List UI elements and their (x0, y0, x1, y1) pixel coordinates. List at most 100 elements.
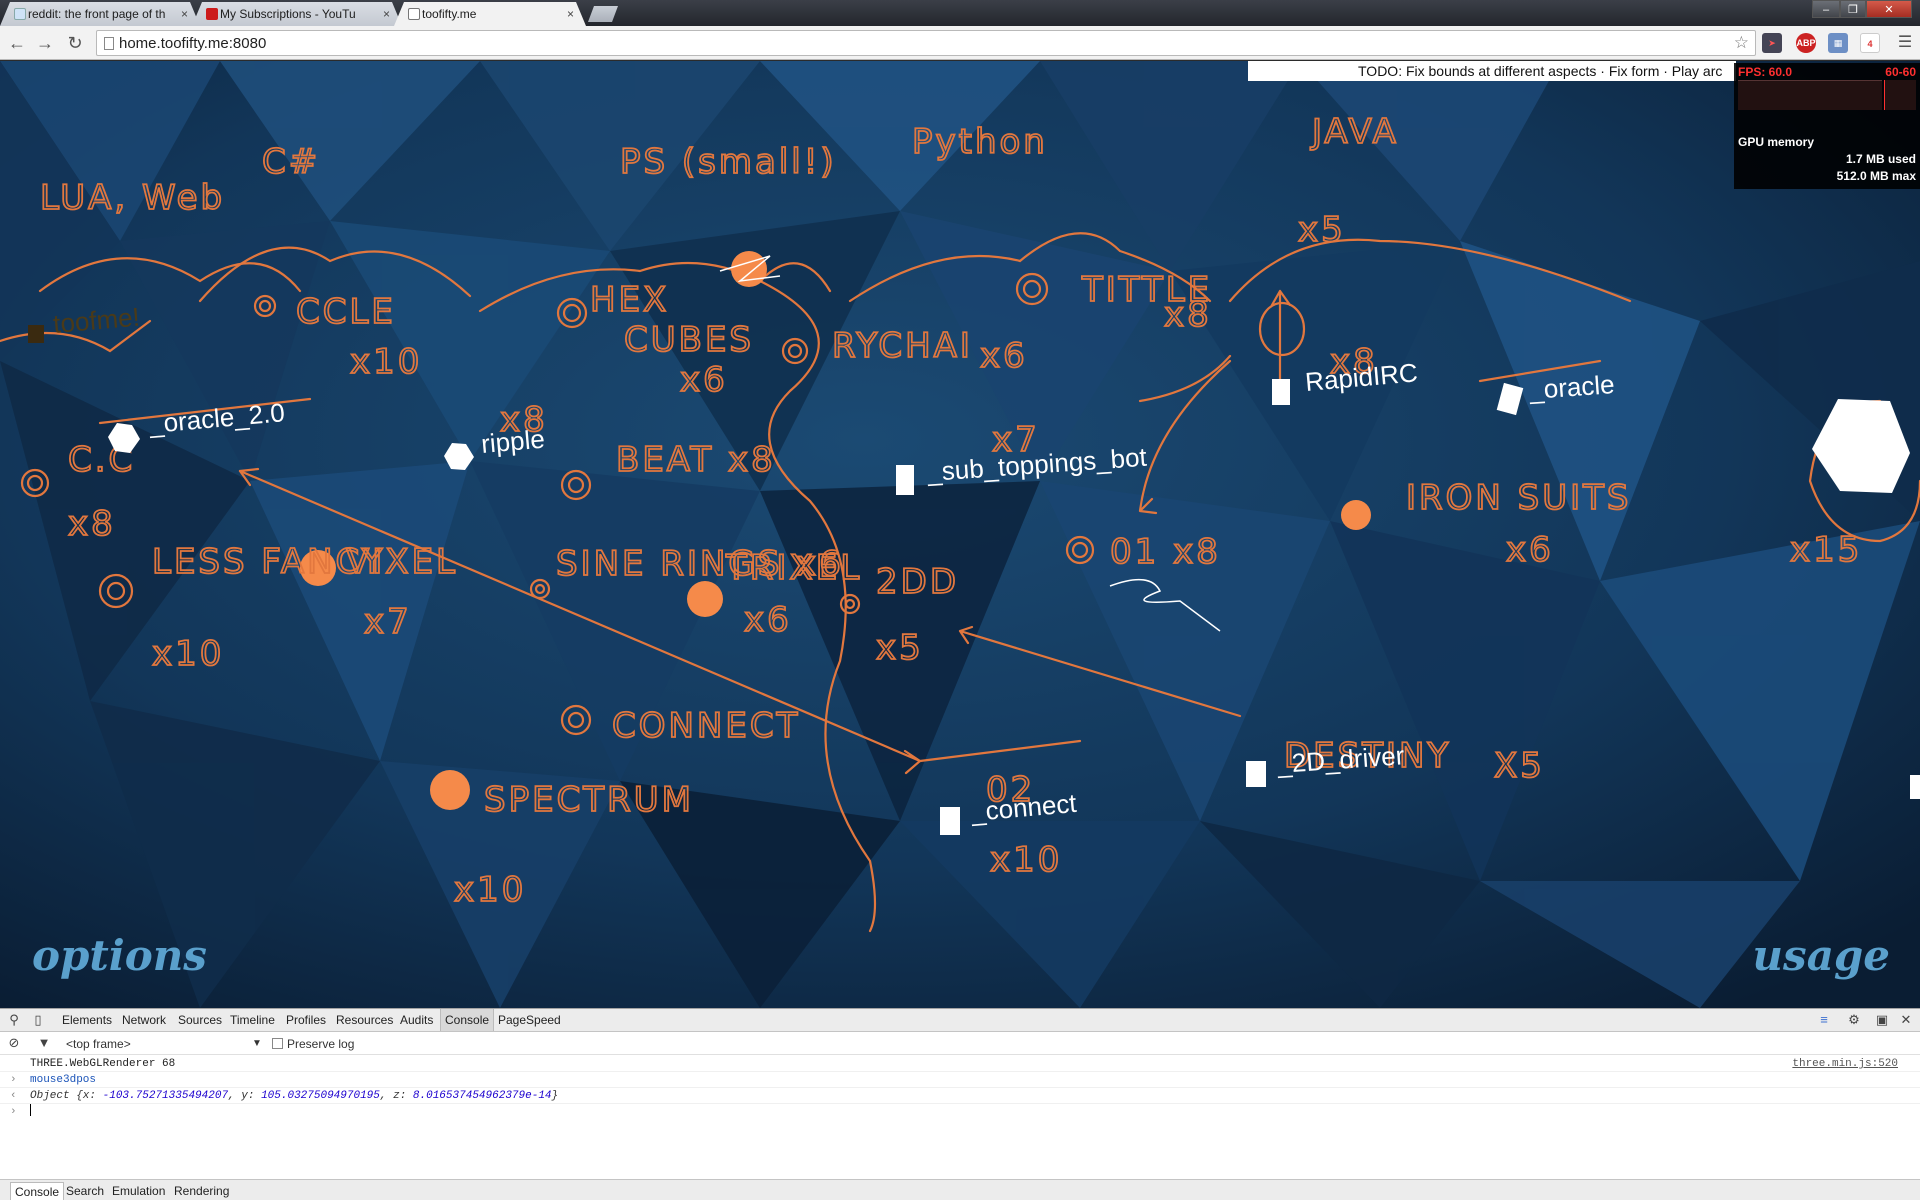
annotation: C# (262, 142, 320, 182)
new-tab-button[interactable] (588, 6, 618, 22)
tab-reddit[interactable]: reddit: the front page of th × (0, 2, 200, 26)
gpu-memory-max: 512.0 MB max (1836, 169, 1916, 183)
tab-pagespeed[interactable]: PageSpeed (494, 1009, 565, 1031)
annotation: TRIXEL (725, 548, 862, 588)
drawer-tab-search[interactable]: Search (62, 1182, 108, 1200)
close-icon[interactable]: × (567, 2, 574, 26)
drawer-tab-console[interactable]: Console (10, 1182, 65, 1200)
reload-button[interactable]: ↻ (62, 30, 88, 56)
browser-toolbar: ← → ↻ ☆ ➤ ABP ▦ 4 ☰ (0, 26, 1920, 60)
tab-youtube[interactable]: My Subscriptions - YouTu × (192, 2, 402, 26)
close-icon[interactable]: ✕ (1898, 1012, 1914, 1028)
console-output: THREE.WebGLRenderer 68 three.min.js:520 … (0, 1056, 1920, 1176)
fps-label: FPS: 60.0 (1738, 65, 1793, 79)
object-suffix: } (551, 1090, 559, 1102)
adblock-icon[interactable]: ABP (1796, 33, 1816, 53)
tab-title: reddit: the front page of th (28, 7, 166, 21)
options-link[interactable]: options (32, 931, 207, 980)
console-line: THREE.WebGLRenderer 68 three.min.js:520 (0, 1056, 1920, 1072)
tab-toofifty[interactable]: toofifty.me × (394, 2, 586, 26)
annotation: Python (912, 122, 1048, 162)
drawer-toggle-icon[interactable]: ≡ (1816, 1012, 1832, 1028)
webgl-viewport[interactable]: C# PS (small!) Python JAVA LUA, Web x5 C… (0, 61, 1920, 1008)
preserve-log-label: Preserve log (287, 1037, 355, 1051)
clear-console-icon[interactable]: ⊘ (6, 1035, 22, 1051)
annotation: x6 (744, 600, 792, 640)
address-bar[interactable]: ☆ (96, 30, 1756, 56)
calendar-icon[interactable]: ▦ (1828, 33, 1848, 53)
usage-link[interactable]: usage (1753, 931, 1890, 980)
annotation: LUA, Web (40, 178, 225, 218)
url-input[interactable] (119, 33, 1719, 53)
inspect-icon[interactable]: ⚲ (6, 1012, 22, 1028)
tab-console[interactable]: Console (440, 1009, 495, 1031)
gpu-memory-used: 1.7 MB used (1845, 152, 1916, 166)
source-link[interactable]: three.min.js:520 (1792, 1056, 1898, 1072)
gear-icon[interactable]: ⚙ (1846, 1012, 1862, 1028)
devtools-panel: ⚲ ▯ Elements Network Sources Timeline Pr… (0, 1008, 1920, 1200)
menu-icon[interactable]: ☰ (1892, 30, 1918, 56)
close-window-button[interactable]: ✕ (1866, 0, 1912, 18)
node-label: ripple (480, 424, 546, 459)
console-message: THREE.WebGLRenderer 68 (30, 1058, 176, 1070)
object-y: 105.03275094970195 (261, 1090, 380, 1102)
rocket-icon[interactable]: ➤ (1762, 33, 1782, 53)
back-button[interactable]: ← (4, 30, 30, 56)
checkbox-box[interactable] (272, 1038, 283, 1049)
fps-graph (1738, 80, 1882, 110)
annotation: x10 (152, 634, 224, 674)
gmail-icon[interactable]: 4 (1860, 33, 1880, 53)
console-prompt[interactable]: › (0, 1104, 1920, 1120)
tab-elements[interactable]: Elements (58, 1009, 116, 1031)
scene-canvas[interactable]: C# PS (small!) Python JAVA LUA, Web x5 C… (0, 61, 1920, 1008)
frame-select[interactable]: <top frame> (66, 1036, 266, 1052)
annotation: x7 (364, 602, 412, 642)
tab-sources[interactable]: Sources (174, 1009, 226, 1031)
chevron-down-icon[interactable]: ▼ (252, 1036, 262, 1052)
page-icon (408, 8, 420, 20)
drawer-tab-rendering[interactable]: Rendering (170, 1182, 233, 1200)
tab-network[interactable]: Network (118, 1009, 170, 1031)
console-line: ‹ Object {x: -103.75271335494207, y: 105… (0, 1088, 1920, 1104)
annotation: x8 (68, 504, 116, 544)
device-mode-icon[interactable]: ▯ (30, 1012, 46, 1028)
todo-bar: TODO: Fix bounds at different aspects · … (1248, 61, 1736, 81)
drawer-tab-emulation[interactable]: Emulation (108, 1182, 169, 1200)
annotation: x5 (1298, 210, 1346, 250)
object-x: -103.75271335494207 (102, 1090, 229, 1102)
preserve-log-checkbox[interactable]: Preserve log (272, 1037, 354, 1051)
maximize-button[interactable]: ❐ (1840, 0, 1866, 18)
gmail-badge: 4 (1867, 39, 1873, 49)
annotation: HEX (590, 280, 669, 320)
bookmark-star-icon[interactable]: ☆ (1734, 33, 1749, 53)
object-prefix[interactable]: Object {x: (30, 1090, 103, 1102)
object-sep: , z: (379, 1090, 413, 1102)
annotation: IRON SUITS (1406, 478, 1632, 518)
object-sep: , y: (228, 1090, 262, 1102)
forward-button[interactable]: → (32, 30, 58, 56)
node-label: _oracle (1527, 369, 1615, 405)
annotation: x6 (680, 360, 728, 400)
annotation: x10 (990, 840, 1062, 880)
offscreen-node[interactable] (1910, 775, 1920, 799)
prompt-chevron-icon: › (10, 1074, 17, 1086)
close-icon[interactable]: × (383, 2, 390, 26)
annotation: PS (small!) (620, 142, 837, 182)
annotation: CCLE (296, 292, 396, 332)
tab-audits[interactable]: Audits (396, 1009, 437, 1031)
close-icon[interactable]: × (181, 2, 188, 26)
fps-range: 60-60 (1885, 65, 1916, 79)
tab-profiles[interactable]: Profiles (282, 1009, 330, 1031)
minimize-button[interactable]: – (1812, 0, 1840, 18)
youtube-icon (206, 8, 218, 20)
console-filter-bar: ⊘ ▼ <top frame> ▼ Preserve log (0, 1033, 1920, 1055)
annotation: x5 (876, 628, 924, 668)
object-z: 8.016537454962379e-14 (412, 1090, 552, 1102)
tab-resources[interactable]: Resources (332, 1009, 397, 1031)
gpu-memory-title: GPU memory (1738, 135, 1815, 149)
tab-timeline[interactable]: Timeline (226, 1009, 279, 1031)
filter-icon[interactable]: ▼ (36, 1035, 52, 1051)
text-cursor (30, 1104, 31, 1116)
console-command: mouse3dpos (30, 1074, 97, 1086)
dock-icon[interactable]: ▣ (1874, 1012, 1890, 1028)
